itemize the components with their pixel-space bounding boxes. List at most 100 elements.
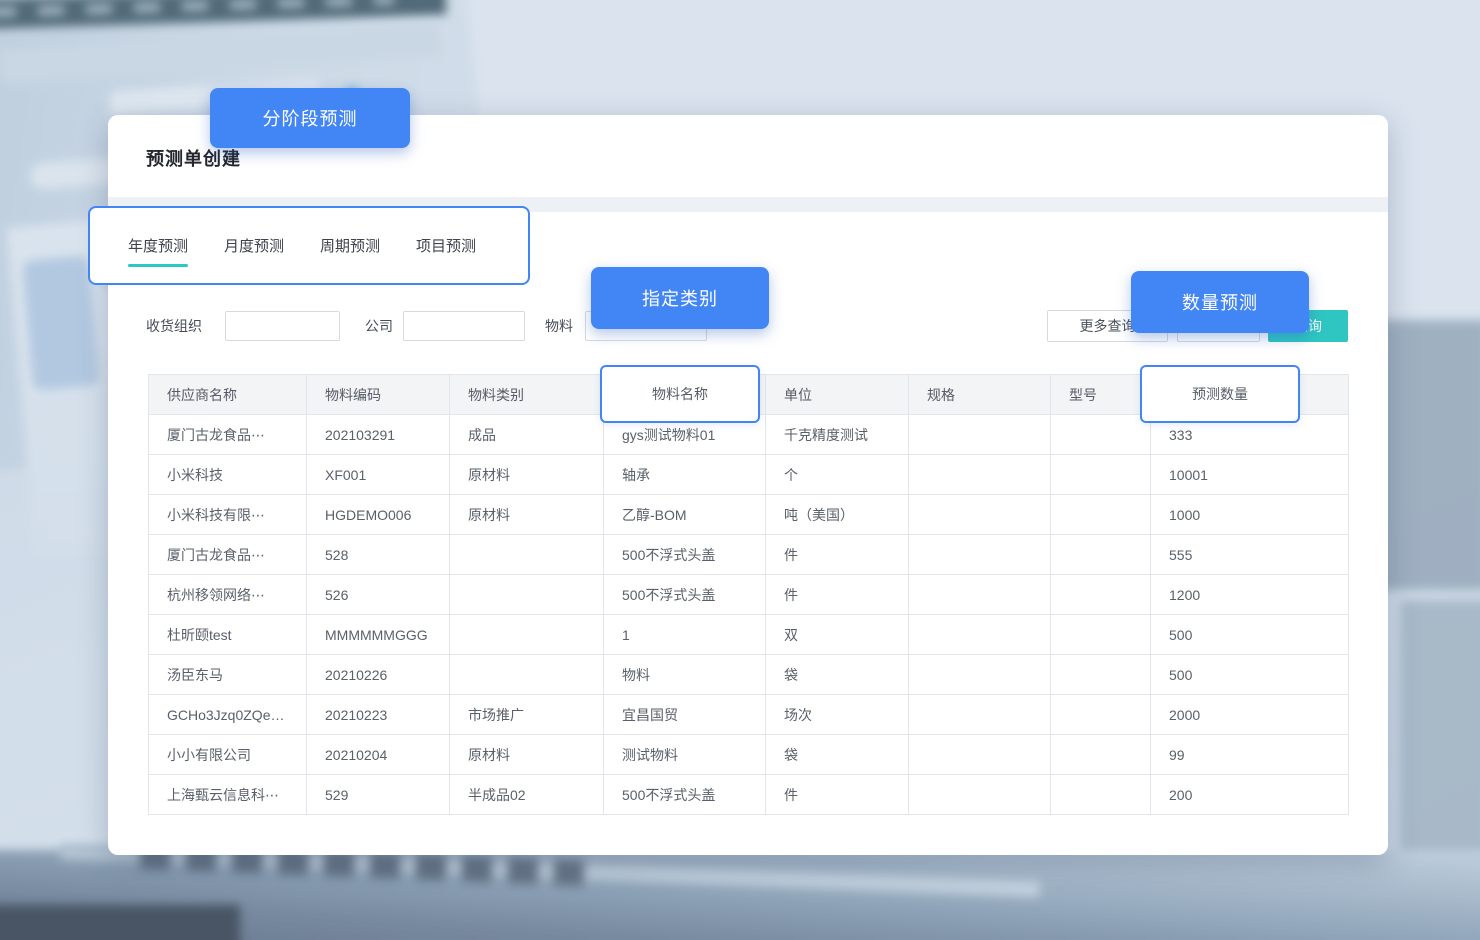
table-cell [909, 415, 1051, 455]
tab-monthly-forecast[interactable]: 月度预测 [224, 235, 284, 256]
callout-quantity-forecast: 数量预测 [1131, 271, 1309, 333]
table-cell: 500不浮式头盖 [604, 775, 766, 815]
callout-specify-category: 指定类别 [591, 267, 769, 329]
table-row[interactable]: 小小有限公司20210204原材料测试物料袋99 [149, 735, 1349, 775]
column-header-model: 型号 [1051, 375, 1151, 415]
table-cell: 杭州移领网络⋯ [149, 575, 307, 615]
table-cell: 半成品02 [450, 775, 604, 815]
callout-phased-forecast: 分阶段预测 [210, 88, 410, 148]
table-row[interactable]: 小米科技XF001原材料轴承个 10001 [149, 455, 1349, 495]
table-cell: 原材料 [450, 735, 604, 775]
table-cell [1051, 735, 1151, 775]
tab-period-forecast[interactable]: 周期预测 [320, 235, 380, 256]
table-cell [909, 575, 1051, 615]
table-row[interactable]: 汤臣东马20210226 物料袋 500 [149, 655, 1349, 695]
table-row[interactable]: GCHo3Jzq0ZQe…20210223市场推广宜昌国贸场次 2000 [149, 695, 1349, 735]
table-cell [1051, 455, 1151, 495]
header-highlight-forecast-qty: 预测数量 [1140, 365, 1300, 423]
table-row[interactable]: 杭州移领网络⋯526500不浮式头盖件1200 [149, 575, 1349, 615]
tab-annual-forecast[interactable]: 年度预测 [128, 235, 188, 256]
table-cell: 厦门古龙食品⋯ [149, 415, 307, 455]
table-body: 厦门古龙食品⋯202103291成品gys测试物料01千克精度测试333小米科技… [149, 415, 1349, 815]
table-cell [450, 535, 604, 575]
receiving-org-input[interactable] [225, 311, 340, 341]
filter-label-material: 物料 [545, 310, 573, 342]
table-cell: 吨（美国） [766, 495, 909, 535]
header-highlight-material-name: 物料名称 [600, 365, 760, 423]
table-cell: 小米科技 [149, 455, 307, 495]
table-cell [1051, 615, 1151, 655]
column-header-supplier: 供应商名称 [149, 375, 307, 415]
table-cell [450, 575, 604, 615]
table-cell [909, 735, 1051, 775]
table-cell [1051, 695, 1151, 735]
table-cell: 件 [766, 535, 909, 575]
filter-label-company: 公司 [365, 310, 393, 342]
table-cell: 1 [604, 615, 766, 655]
column-header-material-code: 物料编码 [307, 375, 450, 415]
tab-project-forecast[interactable]: 项目预测 [416, 235, 476, 256]
table-cell [909, 535, 1051, 575]
forecast-table: 供应商名称 物料编码 物料类别 单位 规格 型号 厦门古龙食品⋯20210329… [148, 374, 1348, 815]
table-cell: 99 [1151, 735, 1349, 775]
table-cell: 20210226 [307, 655, 450, 695]
table-cell: 1200 [1151, 575, 1349, 615]
tab-group: 年度预测 月度预测 周期预测 项目预测 [88, 206, 530, 285]
table-cell [450, 615, 604, 655]
column-header-spec: 规格 [909, 375, 1051, 415]
table-cell [1051, 415, 1151, 455]
table-cell [1051, 575, 1151, 615]
table-cell: 2000 [1151, 695, 1349, 735]
table-cell: 轴承 [604, 455, 766, 495]
table-cell: 袋 [766, 655, 909, 695]
table-cell: 200 [1151, 775, 1349, 815]
table-cell [909, 455, 1051, 495]
table-row[interactable]: 厦门古龙食品⋯528 500不浮式头盖件 555 [149, 535, 1349, 575]
table-cell: 529 [307, 775, 450, 815]
table-cell: XF001 [307, 455, 450, 495]
table-cell: 厦门古龙食品⋯ [149, 535, 307, 575]
table-cell: 202103291 [307, 415, 450, 455]
table-cell: 500不浮式头盖 [604, 535, 766, 575]
table-cell [909, 695, 1051, 735]
table-row[interactable]: 小米科技有限⋯HGDEMO006原材料乙醇-BOM吨（美国）1000 [149, 495, 1349, 535]
table-cell: 原材料 [450, 495, 604, 535]
table-cell: 测试物料 [604, 735, 766, 775]
table-cell: GCHo3Jzq0ZQe… [149, 695, 307, 735]
table-cell: 原材料 [450, 455, 604, 495]
table-cell [1051, 535, 1151, 575]
table-cell: 成品 [450, 415, 604, 455]
column-header-unit: 单位 [766, 375, 909, 415]
table-cell [909, 775, 1051, 815]
table-cell: 小小有限公司 [149, 735, 307, 775]
table-cell: 市场推广 [450, 695, 604, 735]
table-row[interactable]: 上海甄云信息科⋯529半成品02500不浮式头盖件200 [149, 775, 1349, 815]
table-cell: 10001 [1151, 455, 1349, 495]
table-cell: 1000 [1151, 495, 1349, 535]
table-cell: HGDEMO006 [307, 495, 450, 535]
table-cell: 500 [1151, 655, 1349, 695]
table-cell: 杜昕颐test [149, 615, 307, 655]
table-row[interactable]: 杜昕颐testMMMMMMGGG1双500 [149, 615, 1349, 655]
table-cell: 个 [766, 455, 909, 495]
table-cell: 20210204 [307, 735, 450, 775]
table-cell [909, 495, 1051, 535]
table-cell [1051, 495, 1151, 535]
company-input[interactable] [403, 311, 525, 341]
table-cell: 20210223 [307, 695, 450, 735]
table-cell [909, 655, 1051, 695]
table-cell: 500 [1151, 615, 1349, 655]
table-cell: 汤臣东马 [149, 655, 307, 695]
table-cell: 物料 [604, 655, 766, 695]
table-cell: 555 [1151, 535, 1349, 575]
table-cell: 双 [766, 615, 909, 655]
table-cell: 宜昌国贸 [604, 695, 766, 735]
table-cell: 528 [307, 535, 450, 575]
page-title: 预测单创建 [146, 145, 241, 171]
table-cell: 500不浮式头盖 [604, 575, 766, 615]
table-cell: 千克精度测试 [766, 415, 909, 455]
table-cell: 场次 [766, 695, 909, 735]
table-cell: 小米科技有限⋯ [149, 495, 307, 535]
column-header-material-category: 物料类别 [450, 375, 604, 415]
table-cell [1051, 775, 1151, 815]
